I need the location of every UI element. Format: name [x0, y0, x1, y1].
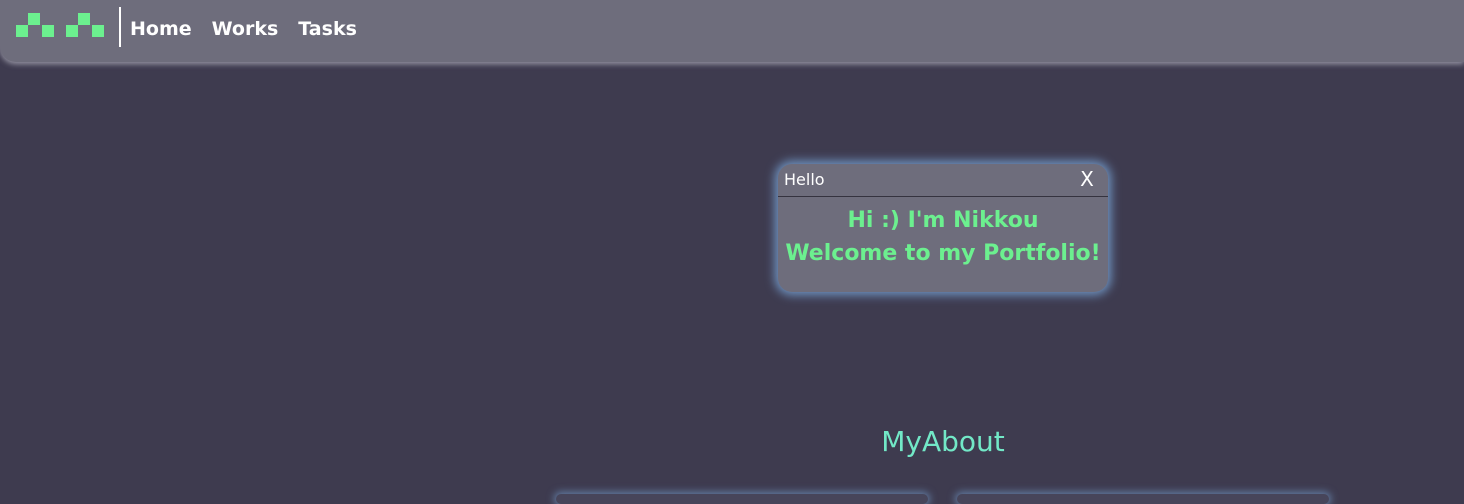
dialog-header[interactable]: Hello X	[778, 164, 1108, 197]
section-title: MyAbout	[881, 425, 1005, 458]
nav-link-tasks[interactable]: Tasks	[298, 17, 357, 41]
about-card-left	[556, 494, 928, 504]
nav-link-home[interactable]: Home	[130, 17, 192, 41]
pixel-logo-icon[interactable]	[16, 13, 106, 39]
dialog-body: Hi :) I'm Nikkou Welcome to my Portfolio…	[778, 204, 1108, 270]
about-card-right	[957, 494, 1329, 504]
hello-dialog: Hello X Hi :) I'm Nikkou Welcome to my P…	[778, 164, 1108, 292]
nav-divider	[119, 7, 121, 47]
welcome-line: Welcome to my Portfolio!	[785, 241, 1101, 266]
dialog-title: Hello	[784, 170, 825, 189]
nav-link-works[interactable]: Works	[212, 17, 279, 41]
close-button[interactable]: X	[1078, 168, 1096, 190]
navbar: Home Works Tasks	[0, 0, 1464, 62]
greeting-line: Hi :) I'm Nikkou	[847, 208, 1039, 233]
nav-links: Home Works Tasks	[130, 17, 357, 41]
